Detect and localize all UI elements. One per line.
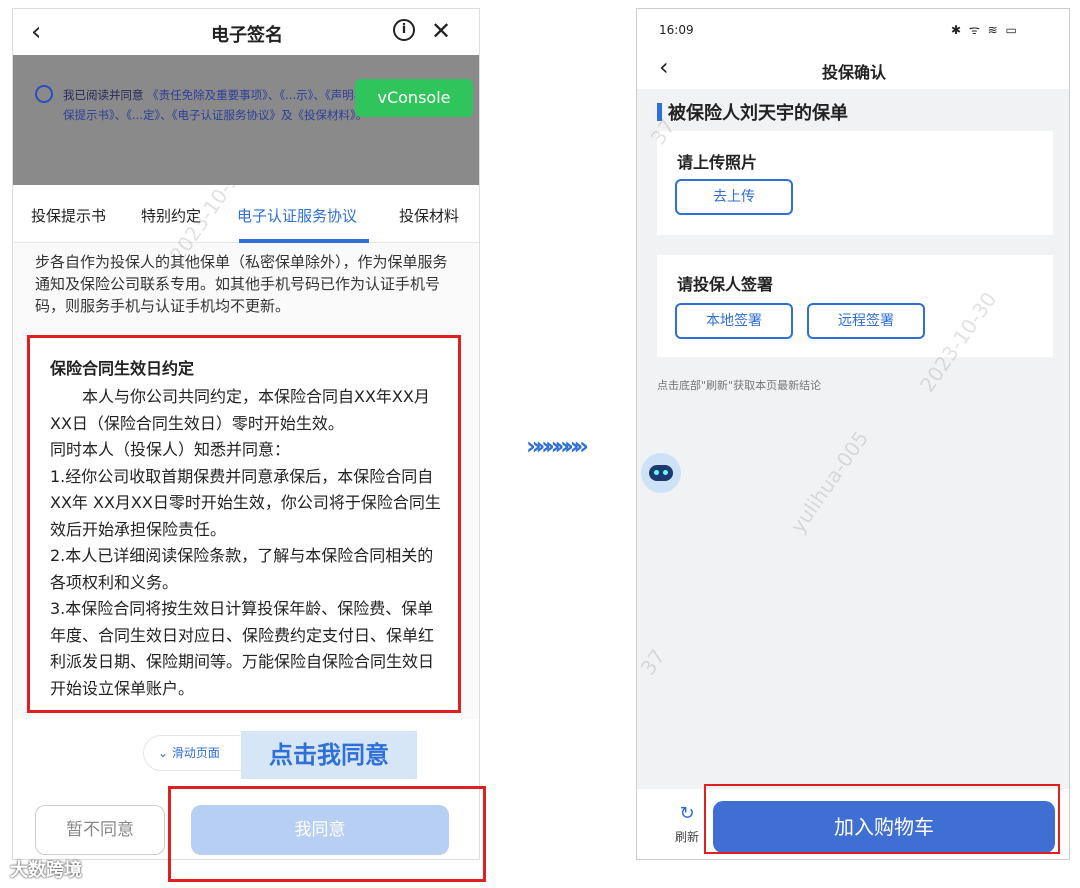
agree-prefix: 我已阅读并同意	[63, 88, 144, 102]
sign-card: 请投保人签署 本地签署 远程签署	[657, 255, 1053, 357]
section-bar	[657, 103, 662, 121]
clause-line: 本人与你公司共同约定，本保险合同自XX年XX月XX日（保险合同生效日）零时开始生…	[50, 387, 430, 433]
refresh-button[interactable]: ↻ 刷新	[667, 803, 707, 845]
info-icon[interactable]: i	[393, 19, 415, 41]
right-phone-screen: 16:09 ✱ ᯤ ≋ ▭ ‹ 投保确认 被保险人刘天宇的保单 请上传照片 去上…	[636, 8, 1070, 860]
bot-eye	[654, 470, 659, 475]
bot-eye	[663, 470, 668, 475]
click-agree-callout: 点击我同意	[241, 731, 417, 779]
clause-line: 1.经你公司收取首期保费并同意承保后，本保险合同自XX年 XX月XX日零时开始生…	[50, 466, 441, 539]
status-bar: 16:09 ✱ ᯤ ≋ ▭	[637, 9, 1069, 49]
agree-highlight-box	[168, 786, 486, 882]
upload-label: 请上传照片	[677, 153, 758, 172]
local-sign-button[interactable]: 本地签署	[675, 303, 793, 339]
body-paragraph: 步各自作为投保人的其他保单（私密保单除外），作为保单服务通知及保险公司联系专用。…	[35, 253, 448, 315]
upload-button[interactable]: 去上传	[675, 179, 793, 215]
section-title: 被保险人刘天宇的保单	[657, 99, 848, 125]
upload-card: 请上传照片 去上传	[657, 131, 1053, 235]
page-title: 投保确认	[821, 63, 886, 82]
document-scroll-area[interactable]: 步各自作为投保人的其他保单（私密保单除外），作为保单服务通知及保险公司联系专用。…	[13, 243, 479, 719]
scroll-hint-label: 滑动页面	[171, 746, 220, 760]
top-nav-bar: ‹ 电子签名 i ✕	[13, 9, 479, 55]
clause-line: 3.本保险合同将按生效日计算投保年龄、保险费、保单年度、合同生效日对应日、保险费…	[50, 599, 435, 698]
clause-title: 保险合同生效日约定	[50, 359, 195, 378]
tab-materials[interactable]: 投保材料	[399, 205, 459, 226]
doc-tabs: 投保提示书 特别约定 电子认证服务协议 投保材料	[13, 185, 479, 243]
assistant-bot-icon[interactable]	[641, 453, 681, 493]
agree-radio[interactable]	[35, 85, 53, 103]
tab-notice[interactable]: 投保提示书	[31, 205, 106, 226]
disagree-button[interactable]: 暂不同意	[35, 805, 165, 855]
effective-date-clause: 保险合同生效日约定 本人与你公司共同约定，本保险合同自XX年XX月XX日（保险合…	[27, 335, 461, 713]
close-icon[interactable]: ✕	[431, 17, 451, 45]
refresh-icon: ↻	[679, 803, 695, 824]
cart-highlight-box	[704, 784, 1060, 854]
sign-label: 请投保人签署	[677, 275, 774, 294]
status-time: 16:09	[659, 23, 694, 37]
left-phone-screen: ‹ 电子签名 i ✕ 我已阅读并同意 《责任免除及重要事项》、《...示》、《声…	[12, 8, 480, 860]
status-icons: ✱ ᯤ ≋ ▭	[951, 23, 1019, 37]
flow-arrow: »»»»»»	[526, 432, 589, 460]
remote-sign-button[interactable]: 远程签署	[807, 303, 925, 339]
refresh-label: 刷新	[674, 830, 699, 844]
tab-e-auth[interactable]: 电子认证服务协议	[237, 205, 357, 226]
tab-special[interactable]: 特别约定	[141, 205, 201, 226]
bot-face	[649, 465, 673, 481]
agreement-overlay: 我已阅读并同意 《责任免除及重要事项》、《...示》、《声明与授权》、《投保提示…	[13, 55, 479, 185]
brand-watermark: 大数跨境	[10, 860, 82, 881]
clause-line: 2.本人已详细阅读保险条款，了解与本保险合同相关的各项权利和义务。	[50, 546, 434, 592]
refresh-hint: 点击底部"刷新"获取本页最新结论	[657, 379, 822, 392]
chevron-down-icon: ⌄	[158, 746, 172, 760]
clause-line: 同时本人（投保人）知悉并同意：	[50, 440, 291, 459]
section-title-text: 被保险人刘天宇的保单	[668, 103, 848, 124]
top-nav-bar: ‹ 投保确认	[637, 49, 1069, 89]
vconsole-button[interactable]: vConsole	[355, 79, 473, 117]
